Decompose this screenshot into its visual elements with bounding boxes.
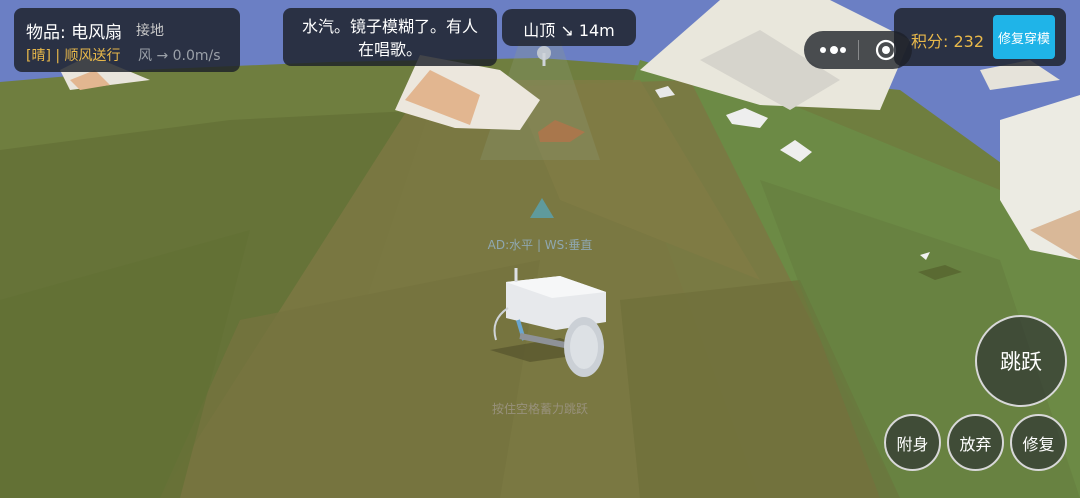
score-panel: 积分: 232 修复穿模 [894,8,1066,66]
capsule-divider [858,40,859,60]
target-distance-panel: 山顶 ↘ 14m [502,9,636,46]
repair-clipping-button[interactable]: 修复穿模 [993,15,1055,59]
wind-readout: 风 → 0.0m/s [138,48,221,64]
item-label: 物品: 电风扇 [26,23,123,43]
jump-hint: 按住空格蓄力跳跃 [491,402,588,416]
story-message: 水汽。镜子模糊了。有人 在唱歌。 [301,17,478,59]
repair-button[interactable]: 修复 [1010,414,1067,471]
abandon-button[interactable]: 放弃 [947,414,1004,471]
weather-status: [晴] | 顺风送行 [26,48,121,64]
item-info-panel: 物品: 电风扇 接地 [晴] | 顺风送行 风 → 0.0m/s [14,8,240,72]
message-panel: 水汽。镜子模糊了。有人 在唱歌。 [283,8,497,66]
attach-button[interactable]: 附身 [884,414,941,471]
control-hint: AD:水平 | WS:垂直 [487,238,593,252]
score-readout: 积分: 232 [911,32,985,51]
jump-button[interactable]: 跳跃 [975,315,1067,407]
more-dots-icon[interactable] [818,42,848,58]
target-distance: 山顶 ↘ 14m [523,21,615,40]
item-state: 接地 [136,23,164,39]
